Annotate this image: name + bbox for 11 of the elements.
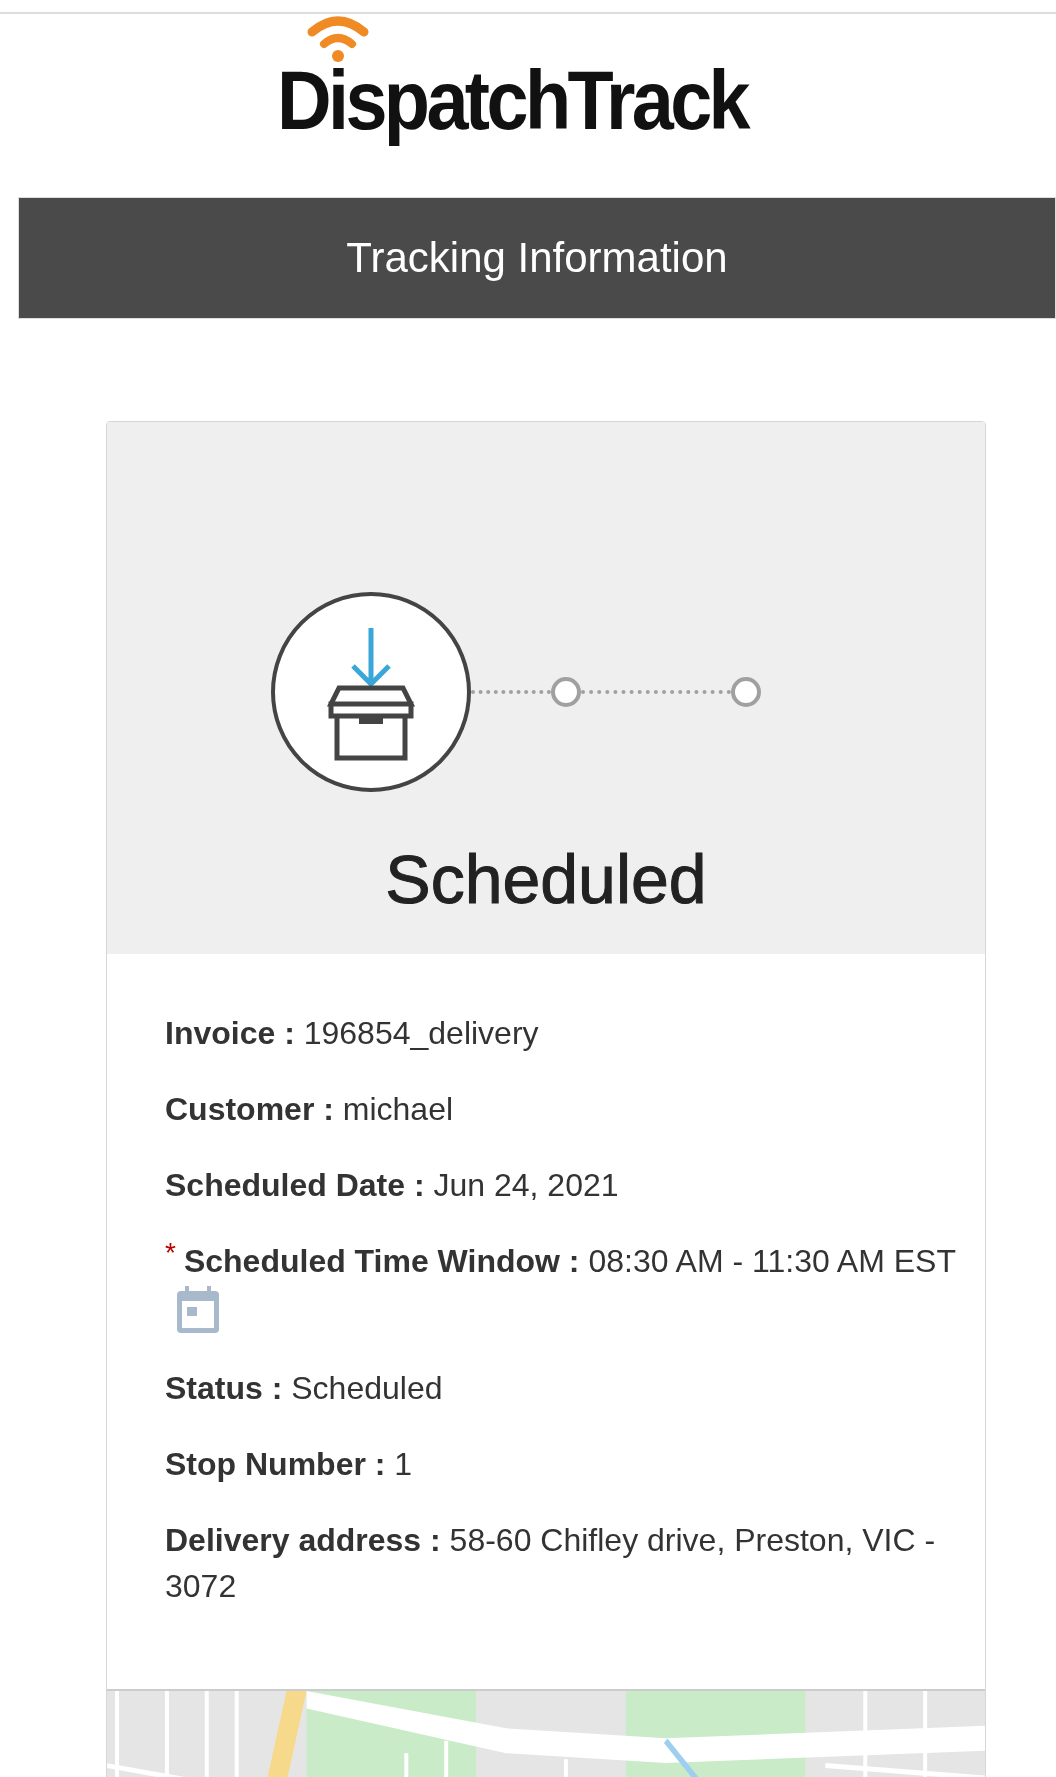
detail-line: Stop Number : 1 [165,1444,414,1484]
wifi-icon [306,14,369,64]
detail-line: Status : Scheduled [165,1368,444,1408]
detail-line: Invoice : 196854_delivery [165,1014,540,1053]
status-title: Scheduled [385,840,707,918]
detail-line: * Scheduled Time Window : 08:30 AM - 11:30 AM EST [165,1238,965,1335]
detail-line: Delivery address : 58-60 Chifley drive, Preston, VIC - 3072 [165,1520,937,1606]
header-title: Tracking Information [346,234,728,282]
detail-line: Customer : michael [165,1090,455,1129]
detail-line: Scheduled Date : Jun 24, 2021 [165,1166,620,1205]
calendar-icon[interactable] [175,1284,221,1335]
